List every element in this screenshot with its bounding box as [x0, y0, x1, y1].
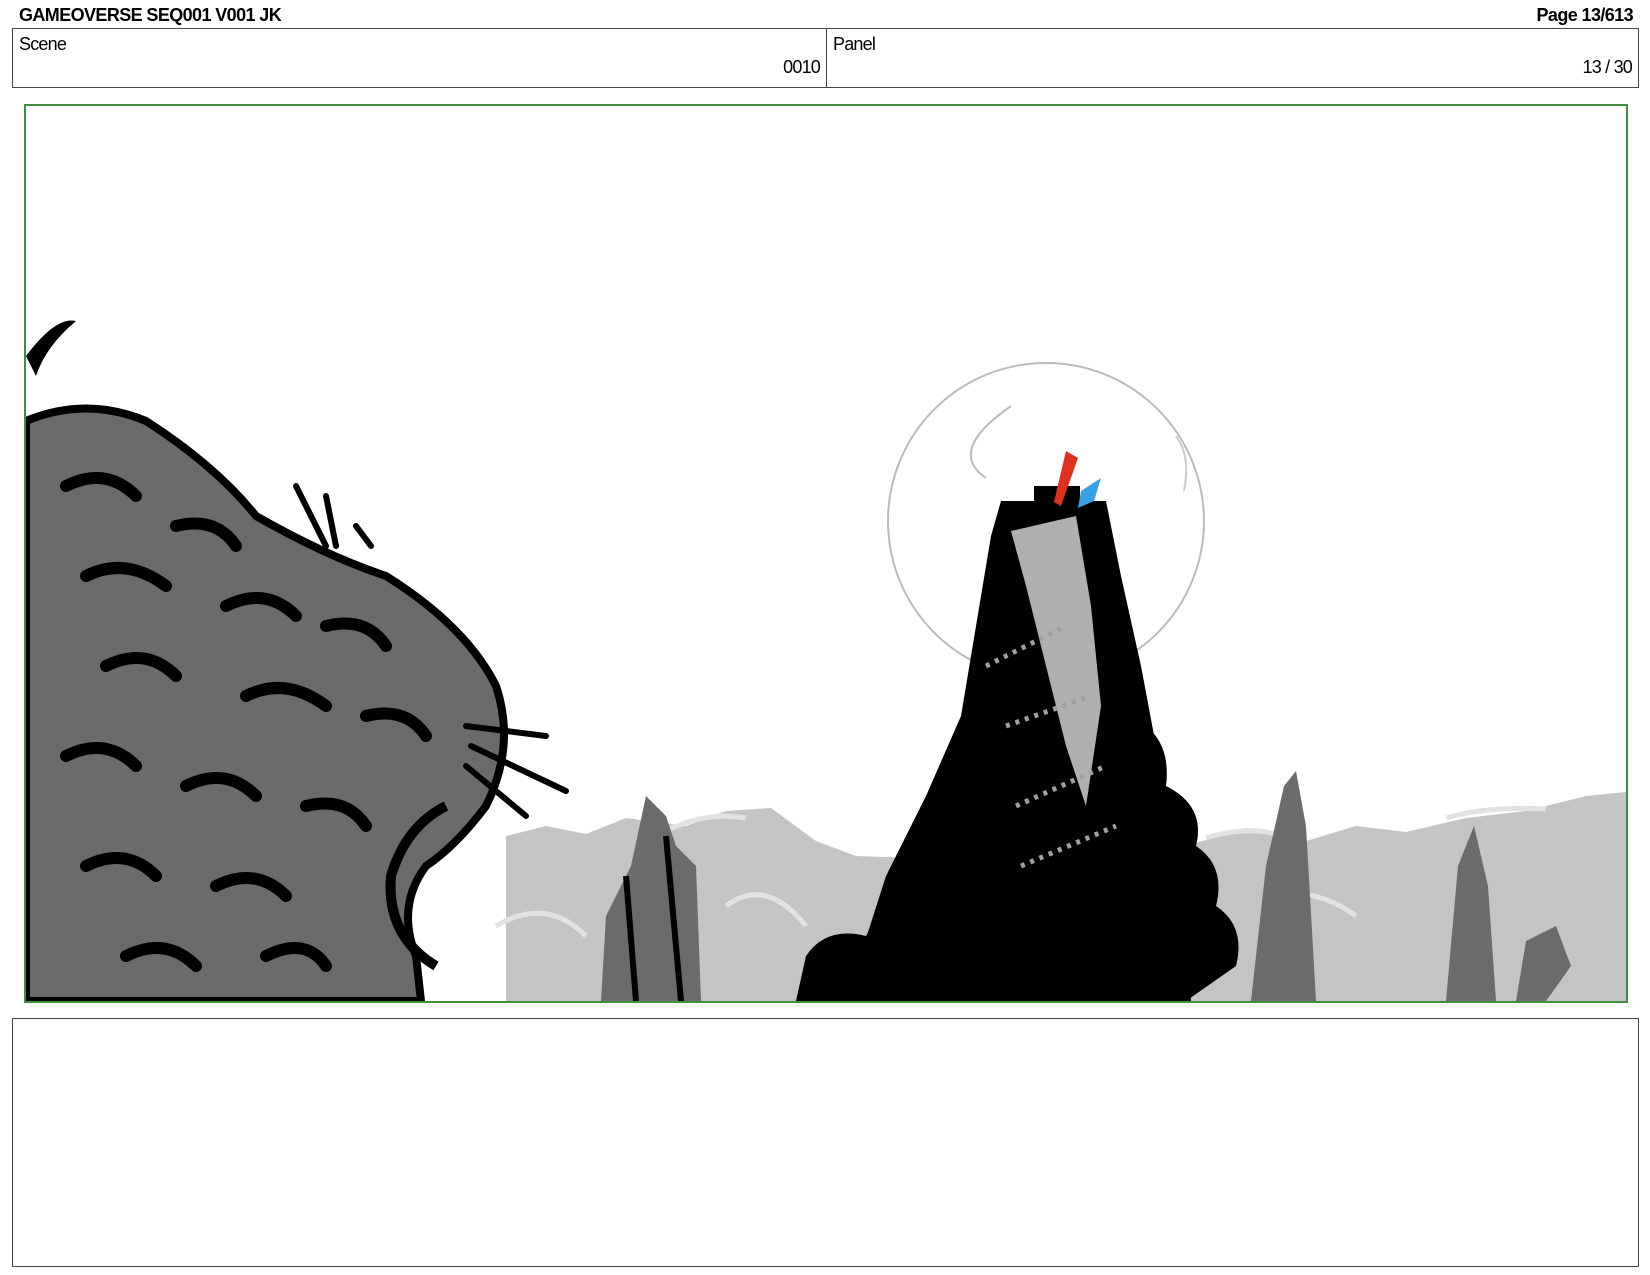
panel-value: 13 / 30 — [1582, 57, 1633, 77]
scene-value: 0010 — [783, 57, 821, 77]
scene-panel-info: Scene 0010 Panel 13 / 30 — [12, 28, 1639, 88]
panel-cell: Panel 13 / 30 — [827, 29, 1638, 87]
creature-ear — [26, 320, 76, 376]
scene-cell: Scene 0010 — [13, 29, 827, 87]
scene-label: Scene — [19, 34, 67, 54]
panel-label: Panel — [833, 34, 876, 54]
document-title: GAMEOVERSE SEQ001 V001 JK — [19, 5, 282, 25]
notes-box — [12, 1018, 1639, 1267]
storyboard-frame — [24, 104, 1628, 1003]
creature-body — [26, 404, 508, 1001]
page-header: GAMEOVERSE SEQ001 V001 JK Page 13/613 — [0, 0, 1650, 28]
storyboard-drawing — [26, 320, 1626, 1001]
page-number: Page 13/613 — [1536, 5, 1634, 25]
